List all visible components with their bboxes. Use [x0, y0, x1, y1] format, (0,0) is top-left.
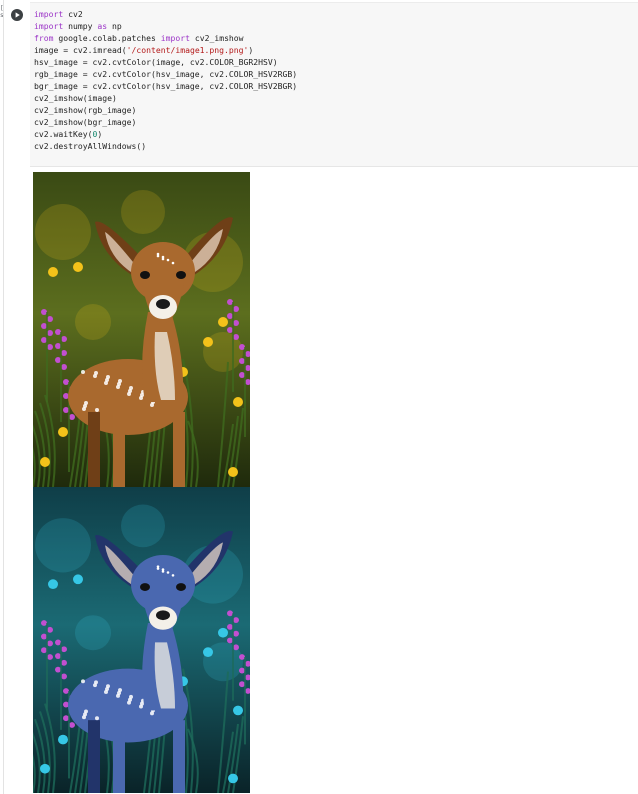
- code-line: image = cv2.imread('/content/image1.png.…: [34, 45, 253, 55]
- code-token: '/content/image1.png.png': [126, 45, 249, 55]
- code-line: cv2.waitKey(0): [34, 129, 102, 139]
- code-line: hsv_image = cv2.cvtColor(image, cv2.COLO…: [34, 57, 278, 67]
- code-token: ): [248, 45, 254, 55]
- play-icon: [15, 12, 20, 18]
- code-token: cv2_imshow: [189, 33, 244, 43]
- code-token: from: [34, 33, 54, 43]
- code-token: import: [160, 33, 190, 43]
- code-token: image = cv2.imread(: [34, 45, 127, 55]
- output-image-original: [33, 172, 250, 487]
- code-line: cv2_imshow(image): [34, 93, 117, 103]
- code-line: cv2_imshow(bgr_image): [34, 117, 136, 127]
- code-token: cv2: [63, 9, 83, 19]
- code-token: ): [97, 129, 103, 139]
- code-token: numpy: [63, 21, 98, 31]
- code-token: hsv_image = cv2.cvtColor(image, cv2.COLO…: [34, 57, 278, 67]
- code-token: cv2.waitKey(: [34, 129, 93, 139]
- code-token: as: [97, 21, 108, 31]
- gutter-divider: [3, 0, 4, 794]
- code-line: import numpy as np: [34, 21, 122, 31]
- code-token: rgb_image = cv2.cvtColor(hsv_image, cv2.…: [34, 69, 298, 79]
- gutter-mark: s: [0, 12, 4, 19]
- code-token: google.colab.patches: [53, 33, 161, 43]
- code-token: cv2.destroyAllWindows(): [34, 141, 147, 151]
- code-token: cv2_imshow(rgb_image): [34, 105, 137, 115]
- code-line: rgb_image = cv2.cvtColor(hsv_image, cv2.…: [34, 69, 297, 79]
- code-line: bgr_image = cv2.cvtColor(hsv_image, cv2.…: [34, 81, 297, 91]
- output-image-swapped: [33, 487, 250, 793]
- run-cell-button[interactable]: [11, 9, 23, 21]
- code-token: import: [34, 9, 64, 19]
- code-line: cv2_imshow(rgb_image): [34, 105, 136, 115]
- code-token: import: [34, 21, 64, 31]
- code-token: bgr_image = cv2.cvtColor(hsv_image, cv2.…: [34, 81, 298, 91]
- code-editor[interactable]: import cv2 import numpy as np from googl…: [34, 8, 297, 152]
- code-line: from google.colab.patches import cv2_ims…: [34, 33, 244, 43]
- code-token: np: [107, 21, 122, 31]
- code-line: cv2.destroyAllWindows(): [34, 141, 146, 151]
- code-token: cv2_imshow(bgr_image): [34, 117, 137, 127]
- cell-output: [33, 172, 251, 793]
- code-cell[interactable]: import cv2 import numpy as np from googl…: [30, 2, 638, 167]
- code-token: cv2_imshow(image): [34, 93, 117, 103]
- code-line: import cv2: [34, 9, 83, 19]
